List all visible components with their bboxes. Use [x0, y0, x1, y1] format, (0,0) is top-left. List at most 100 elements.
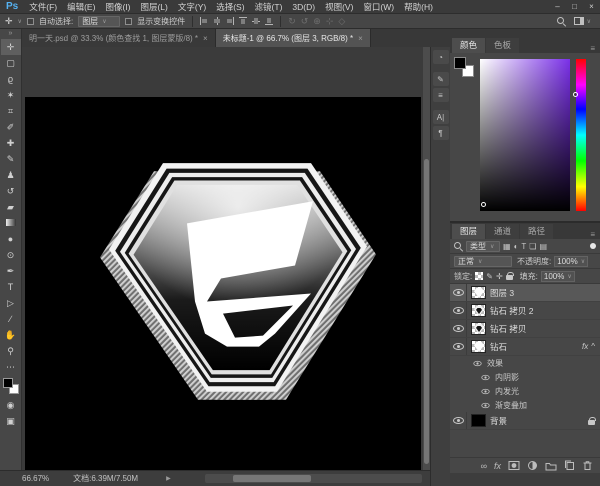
- layer-name[interactable]: 图层 3: [490, 287, 514, 299]
- tab-paths[interactable]: 路径: [520, 224, 553, 239]
- zoom-level-field[interactable]: 66.67%: [22, 474, 49, 483]
- effect-row-gradient-overlay[interactable]: 渐变叠加: [450, 398, 600, 412]
- foreground-color-swatch[interactable]: [3, 378, 13, 388]
- 3d-pan-icon[interactable]: ⊕: [313, 16, 321, 27]
- brush-tool[interactable]: ✎: [1, 151, 21, 167]
- layer-name[interactable]: 钻石: [490, 341, 507, 353]
- search-icon[interactable]: [557, 17, 566, 26]
- delete-layer-trash-icon[interactable]: [582, 460, 593, 471]
- effect-name[interactable]: 内阴影: [495, 372, 519, 383]
- link-layers-icon[interactable]: ∞: [481, 461, 487, 471]
- filter-pixel-layers-icon[interactable]: ▦: [503, 242, 511, 251]
- screen-mode-button[interactable]: ▣: [1, 413, 21, 429]
- brush-settings-panel-icon[interactable]: ≡: [433, 88, 449, 102]
- filter-adjustment-layers-icon[interactable]: ◐: [514, 242, 519, 251]
- auto-select-checkbox[interactable]: [27, 18, 34, 25]
- align-v-center-icon[interactable]: [252, 17, 260, 25]
- align-top-icon[interactable]: [239, 17, 247, 25]
- layer-row-diamond-copy-2[interactable]: 钻石 拷贝 2: [450, 302, 600, 320]
- filter-kind-dropdown[interactable]: 类型 ∨: [466, 241, 500, 252]
- toolbar-expand-icon[interactable]: »: [9, 29, 13, 39]
- paragraph-panel-icon[interactable]: ¶: [433, 126, 449, 140]
- filter-type-layers-icon[interactable]: T: [521, 242, 526, 251]
- tab-color[interactable]: 颜色: [452, 38, 485, 53]
- gradient-tool[interactable]: [1, 215, 21, 231]
- workspace-icon[interactable]: [574, 17, 584, 25]
- new-group-folder-icon[interactable]: [545, 461, 557, 471]
- 3d-rotate-icon[interactable]: ↻: [288, 16, 296, 27]
- lock-image-pixels-icon[interactable]: ✎: [486, 272, 493, 281]
- visibility-eye-icon[interactable]: [481, 402, 489, 407]
- dodge-tool[interactable]: ⊙: [1, 247, 21, 263]
- horizontal-scrollbar[interactable]: [205, 474, 422, 483]
- new-layer-icon[interactable]: [564, 460, 575, 471]
- show-transform-checkbox[interactable]: [125, 18, 132, 25]
- layer-name[interactable]: 钻石 拷贝: [490, 323, 526, 335]
- effect-name[interactable]: 内发光: [495, 386, 519, 397]
- hue-slider[interactable]: [576, 59, 586, 211]
- close-button[interactable]: ×: [583, 2, 600, 11]
- menu-window[interactable]: 窗口(W): [358, 1, 399, 13]
- align-right-icon[interactable]: [226, 17, 234, 25]
- menu-view[interactable]: 视图(V): [320, 1, 358, 13]
- layer-row-diamond-copy[interactable]: 钻石 拷贝: [450, 320, 600, 338]
- layer-thumbnail[interactable]: [471, 340, 486, 353]
- filter-toggle-icon[interactable]: [590, 243, 596, 249]
- edit-toolbar-icon[interactable]: ⋯: [1, 359, 21, 375]
- history-brush-tool[interactable]: ↺: [1, 183, 21, 199]
- layer-row-background[interactable]: 背景: [450, 412, 600, 430]
- collapse-effects-icon[interactable]: ^: [591, 342, 595, 351]
- character-panel-icon[interactable]: A|: [433, 110, 449, 124]
- zoom-tool[interactable]: ⚲: [1, 343, 21, 359]
- menu-help[interactable]: 帮助(H): [399, 1, 438, 13]
- layer-name[interactable]: 钻石 拷贝 2: [490, 305, 533, 317]
- fg-bg-color-widget[interactable]: [454, 57, 478, 81]
- layer-thumbnail[interactable]: [471, 414, 486, 427]
- healing-brush-tool[interactable]: ✚: [1, 135, 21, 151]
- effect-row-inner-glow[interactable]: 内发光: [450, 384, 600, 398]
- 3d-scale-icon[interactable]: ◇: [338, 16, 345, 27]
- vertical-scrollbar-thumb[interactable]: [424, 159, 429, 464]
- align-h-center-icon[interactable]: [213, 17, 221, 25]
- foreground-color-swatch[interactable]: [454, 57, 466, 69]
- visibility-eye-icon[interactable]: [473, 360, 481, 365]
- path-selection-tool[interactable]: ▷: [1, 295, 21, 311]
- menu-filter[interactable]: 滤镜(T): [250, 1, 288, 13]
- align-left-icon[interactable]: [200, 17, 208, 25]
- align-bottom-icon[interactable]: [265, 17, 273, 25]
- filter-smart-objects-icon[interactable]: ▤: [539, 242, 547, 251]
- lock-transparent-pixels-icon[interactable]: [475, 272, 483, 280]
- blur-tool[interactable]: ●: [1, 231, 21, 247]
- layer-name[interactable]: 背景: [490, 415, 507, 427]
- menu-image[interactable]: 图像(I): [100, 1, 135, 13]
- visibility-eye-icon[interactable]: [453, 417, 464, 424]
- foreground-background-swatches[interactable]: [3, 378, 19, 394]
- effect-name[interactable]: 渐变叠加: [495, 400, 527, 411]
- menu-layer[interactable]: 图层(L): [135, 1, 172, 13]
- shape-tool[interactable]: ∕: [1, 311, 21, 327]
- eyedropper-tool[interactable]: ✐: [1, 119, 21, 135]
- tool-preset-caret-icon[interactable]: ∨: [18, 18, 22, 25]
- layer-thumbnail[interactable]: [471, 304, 486, 317]
- close-tab-icon[interactable]: ×: [203, 34, 208, 43]
- lasso-tool[interactable]: ϱ: [1, 71, 21, 87]
- horizontal-scrollbar-thumb[interactable]: [233, 475, 311, 482]
- lock-all-icon[interactable]: [506, 275, 513, 280]
- menu-file[interactable]: 文件(F): [24, 1, 62, 13]
- visibility-eye-icon[interactable]: [481, 374, 489, 379]
- panel-menu-icon[interactable]: ≡: [590, 230, 595, 239]
- layer-style-fx-icon[interactable]: fx: [494, 461, 501, 471]
- hand-tool[interactable]: ✋: [1, 327, 21, 343]
- menu-select[interactable]: 选择(S): [211, 1, 249, 13]
- fill-field[interactable]: 100% ∨: [541, 271, 575, 282]
- tab-swatches[interactable]: 色板: [486, 38, 519, 53]
- menu-3d[interactable]: 3D(D): [287, 2, 320, 12]
- visibility-eye-icon[interactable]: [453, 325, 464, 332]
- lock-position-icon[interactable]: ✛: [496, 272, 503, 281]
- filter-shape-layers-icon[interactable]: ❏: [529, 242, 536, 251]
- color-picker-marker[interactable]: [481, 202, 486, 207]
- visibility-eye-icon[interactable]: [453, 343, 464, 350]
- clone-stamp-tool[interactable]: ♟: [1, 167, 21, 183]
- blend-mode-dropdown[interactable]: 正常 ∨: [454, 256, 512, 267]
- visibility-eye-icon[interactable]: [481, 388, 489, 393]
